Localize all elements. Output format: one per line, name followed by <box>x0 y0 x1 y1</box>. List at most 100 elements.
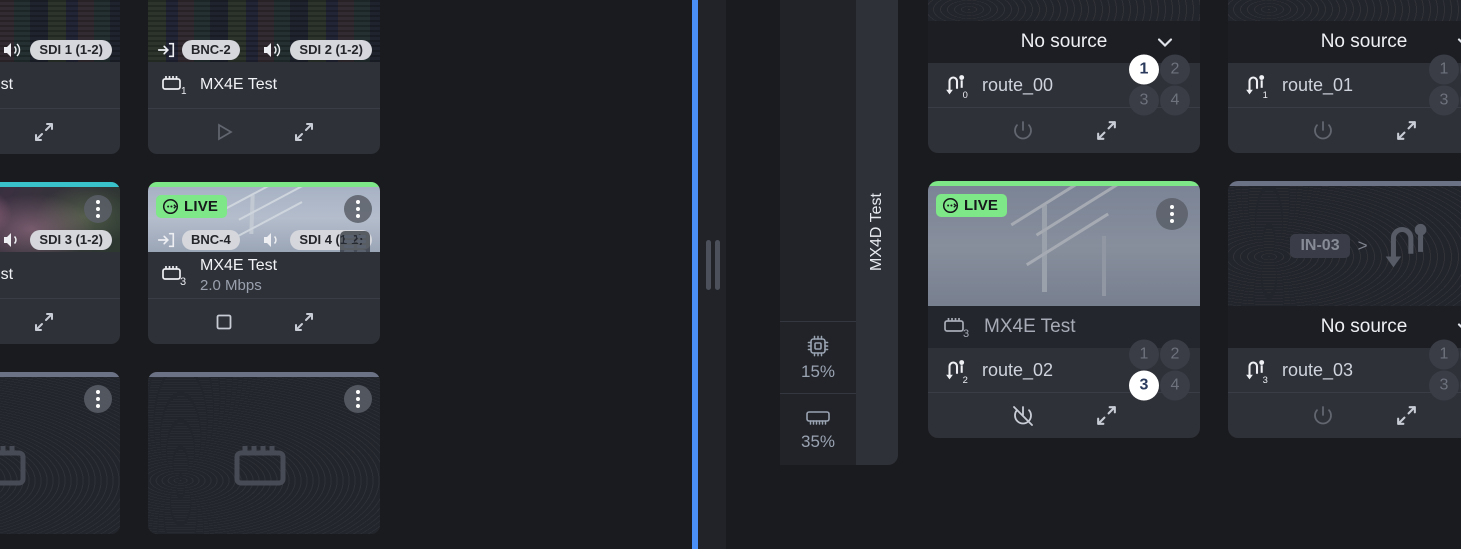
card-body: 1 MX4E Test <box>148 62 380 108</box>
card-thumbnail[interactable]: BNC-1 SDI 1 (1-2) <box>0 0 120 62</box>
route-info-row: 3 route_03 1 2 3 4 <box>1228 339 1461 401</box>
output-badge: SDI 1 (1-2) <box>30 40 112 60</box>
device-icon: 3 <box>160 262 190 288</box>
route-number-grid[interactable]: 1 2 3 4 <box>1129 339 1190 401</box>
power-off-icon[interactable] <box>1010 403 1036 429</box>
placeholder-input-pill: IN-03 <box>1290 234 1350 258</box>
live-badge: LIVE <box>936 194 1008 217</box>
card-subtitle: 2.0 Mbps <box>200 276 262 294</box>
route-number-3[interactable]: 3 <box>1129 85 1159 116</box>
device-card-5[interactable] <box>0 372 120 534</box>
device-card-6[interactable] <box>148 372 380 534</box>
card-thumbnail[interactable] <box>0 377 120 534</box>
route-thumbnail[interactable]: IN-03 > <box>1228 186 1461 306</box>
route-number-1[interactable]: 1 <box>1129 54 1159 85</box>
route-card-grid: No source 0 route_00 1 2 3 4 No source 1… <box>928 0 1461 438</box>
source-selector[interactable]: No source <box>1228 21 1461 63</box>
svg-text:1: 1 <box>181 86 187 97</box>
expand-icon[interactable] <box>1094 403 1119 428</box>
expand-icon[interactable] <box>32 120 56 144</box>
card-meta: MX4E Test 2.0 Mbps <box>200 256 277 295</box>
route-card-3[interactable]: IN-03 > No source 3 route_03 1 3 <box>1228 181 1461 438</box>
route-number-grid[interactable]: 1 2 3 4 <box>1429 339 1461 401</box>
expand-icon[interactable] <box>32 310 56 334</box>
live-label: LIVE <box>184 198 219 215</box>
import-icon <box>156 230 176 250</box>
power-icon[interactable] <box>1310 403 1336 429</box>
expand-icon[interactable] <box>1094 118 1119 143</box>
cpu-icon <box>805 333 831 359</box>
route-thumbnail[interactable]: LIVE <box>928 186 1200 306</box>
chevron-down-icon[interactable] <box>1154 31 1176 53</box>
more-options-icon[interactable] <box>84 385 112 413</box>
volume-icon <box>262 231 284 249</box>
source-label: No source <box>1320 31 1408 52</box>
device-card-2[interactable]: BNC-2 SDI 2 (1-2) 1 MX4E Test <box>148 0 380 154</box>
route-number-3[interactable]: 3 <box>1129 370 1159 401</box>
device-card-1[interactable]: BNC-1 SDI 1 (1-2) MX4E Test <box>0 0 120 154</box>
device-card-3[interactable]: BNC-3 SDI 3 (1-2) MX4E Test <box>0 182 120 344</box>
route-card-1[interactable]: No source 1 route_01 1 2 3 <box>1228 0 1461 153</box>
input-badge: BNC-2 <box>182 40 240 60</box>
card-thumbnail[interactable]: BNC-2 SDI 2 (1-2) <box>148 0 380 62</box>
route-number-2[interactable]: 2 <box>1160 54 1190 85</box>
route-number-grid[interactable]: 1 2 3 4 <box>1129 54 1190 116</box>
route-number-3[interactable]: 3 <box>1429 85 1459 116</box>
route-number-4[interactable]: 4 <box>1160 85 1190 116</box>
route-placeholder: IN-03 > <box>1228 186 1461 306</box>
more-options-icon[interactable] <box>84 195 112 223</box>
play-icon[interactable] <box>212 120 236 144</box>
panel-resize-handle[interactable] <box>706 240 720 290</box>
chevron-down-icon[interactable] <box>1454 31 1461 53</box>
expand-icon[interactable] <box>1394 403 1419 428</box>
source-selector[interactable]: No source <box>1228 306 1461 348</box>
device-group-label: MX4D Test <box>868 193 885 272</box>
volume-icon <box>262 41 284 59</box>
card-thumbnail[interactable]: BNC-3 SDI 3 (1-2) <box>0 187 120 252</box>
route-thumbnail[interactable] <box>928 0 1200 21</box>
card-footer <box>0 108 120 154</box>
expand-icon[interactable] <box>292 310 316 334</box>
expand-icon[interactable] <box>1394 118 1419 143</box>
stop-icon[interactable] <box>212 310 236 334</box>
card-title: MX4E Test <box>200 76 278 93</box>
card-footer <box>148 108 380 154</box>
route-number-1[interactable]: 1 <box>1429 339 1459 370</box>
route-card-0[interactable]: No source 0 route_00 1 2 3 4 <box>928 0 1200 153</box>
route-info-row: 0 route_00 1 2 3 4 <box>928 54 1200 116</box>
route-icon: 3 <box>1242 355 1272 385</box>
more-options-icon[interactable] <box>344 195 372 223</box>
route-device-label: MX4E Test <box>984 316 1076 337</box>
route-number-3[interactable]: 3 <box>1429 370 1459 401</box>
ram-value: 35% <box>800 432 836 451</box>
card-title: MX4E Test <box>0 76 14 93</box>
card-body: MX4E Test <box>0 252 120 298</box>
route-card-2[interactable]: LIVE 3 MX4E Test 2 route_02 1 2 3 4 <box>928 181 1200 438</box>
card-thumbnail[interactable]: LIVE BNC-4 SDI 4 (1-2) <box>148 187 380 252</box>
route-name: route_01 <box>1282 74 1354 95</box>
more-options-icon[interactable] <box>1156 198 1188 230</box>
route-number-2[interactable]: 2 <box>1160 339 1190 370</box>
more-options-icon[interactable] <box>344 385 372 413</box>
live-label: LIVE <box>964 197 999 214</box>
svg-text:0: 0 <box>963 90 968 100</box>
route-body: route_02 <box>982 360 1053 381</box>
expand-icon[interactable] <box>292 120 316 144</box>
chevron-down-icon[interactable] <box>1454 316 1461 338</box>
route-number-1[interactable]: 1 <box>1429 54 1459 85</box>
power-icon[interactable] <box>1310 118 1336 144</box>
route-number-grid[interactable]: 1 2 3 4 <box>1429 54 1461 116</box>
device-card-grid: BNC-1 SDI 1 (1-2) MX4E Test <box>0 0 380 534</box>
card-thumbnail[interactable] <box>148 377 380 534</box>
route-number-1[interactable]: 1 <box>1129 339 1159 370</box>
card-meta: MX4E Test <box>200 75 277 95</box>
card-badge-row: BNC-3 SDI 3 (1-2) <box>0 230 120 250</box>
route-icon: 2 <box>942 355 972 385</box>
resource-stats: 15% 35% <box>780 0 856 465</box>
device-card-4[interactable]: LIVE BNC-4 SDI 4 (1-2) 3 MX4E Test 2.0 M… <box>148 182 380 344</box>
route-info-row: 1 route_01 1 2 3 4 <box>1228 54 1461 116</box>
stats-bars-icon[interactable] <box>340 231 370 252</box>
route-number-4[interactable]: 4 <box>1160 370 1190 401</box>
route-thumbnail[interactable] <box>1228 0 1461 21</box>
power-icon[interactable] <box>1010 118 1036 144</box>
